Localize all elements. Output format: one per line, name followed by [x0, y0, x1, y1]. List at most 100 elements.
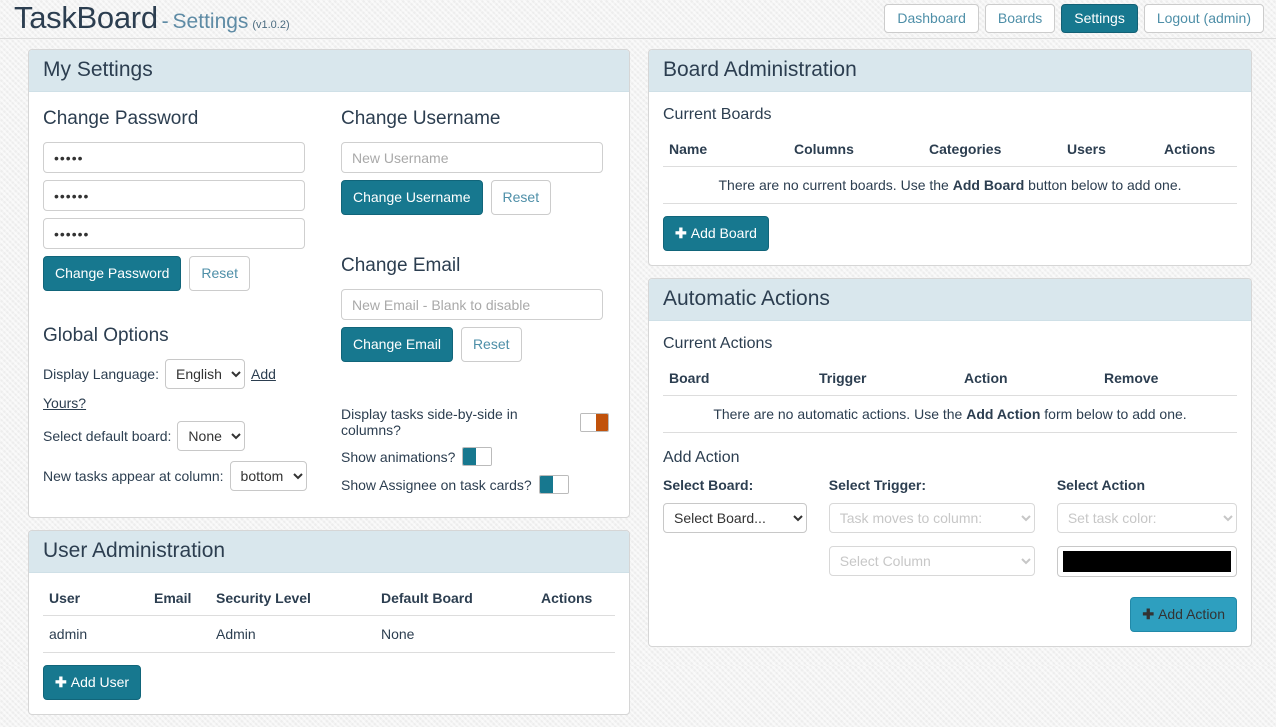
user-administration-title: User Administration [29, 531, 629, 573]
boards-table: Name Columns Categories Users Actions Th… [663, 134, 1237, 204]
actions-col-action: Action [958, 363, 1098, 396]
board-administration-title: Board Administration [649, 50, 1251, 92]
add-action-heading: Add Action [663, 449, 740, 466]
my-settings-title: My Settings [29, 50, 629, 92]
users-col-default-board: Default Board [375, 583, 535, 616]
add-action-button[interactable]: ✚ Add Action [1130, 597, 1237, 632]
change-username-button[interactable]: Change Username [341, 180, 483, 215]
add-action-trigger-column: Select Trigger: Task moves to column: Se… [828, 477, 1035, 577]
add-action-board-column: Select Board: Select Board... [663, 477, 807, 577]
brand-page-title: Settings [172, 10, 249, 33]
actions-col-trigger: Trigger [813, 363, 958, 396]
show-assignee-label: Show Assignee on task cards? [341, 476, 532, 493]
select-trigger-dropdown[interactable]: Task moves to column: [828, 503, 1035, 533]
nav-boards[interactable]: Boards [984, 4, 1056, 33]
new-tasks-column-select[interactable]: bottom [229, 461, 307, 491]
add-action-footer: ✚ Add Action [663, 597, 1237, 632]
left-column: My Settings Change Password Change Passw… [28, 49, 630, 727]
boards-empty-message: There are no current boards. Use the Add… [663, 166, 1237, 204]
change-email-reset-button[interactable]: Reset [460, 327, 522, 362]
user-cell-email [148, 615, 210, 653]
select-board-dropdown[interactable]: Select Board... [663, 503, 807, 533]
add-language-link[interactable]: Add [251, 366, 276, 382]
change-email-button[interactable]: Change Email [341, 327, 453, 362]
global-options-heading: Global Options [43, 325, 169, 346]
actions-table: Board Trigger Action Remove There are no… [663, 363, 1237, 433]
language-select[interactable]: English [164, 359, 245, 389]
side-by-side-toggle[interactable] [579, 412, 609, 432]
new-email-field[interactable] [341, 289, 603, 320]
main-nav: Dashboard Boards Settings Logout (admin) [884, 4, 1264, 33]
select-action-label: Select Action [1056, 477, 1145, 493]
new-tasks-label: New tasks appear at column: [43, 468, 224, 484]
boards-empty-row: There are no current boards. Use the Add… [663, 166, 1237, 204]
boards-col-columns: Columns [788, 134, 923, 167]
brand: TaskBoard - Settings (v1.0.2) [14, 0, 290, 36]
add-user-label: Add User [70, 674, 130, 690]
user-cell-actions [535, 615, 615, 653]
user-administration-panel: User Administration User Email Security … [28, 530, 630, 715]
boards-col-categories: Categories [923, 134, 1061, 167]
user-cell-default-board: None [375, 615, 535, 653]
change-username-reset-button[interactable]: Reset [490, 180, 552, 215]
boards-col-actions: Actions [1158, 134, 1237, 167]
current-boards-heading: Current Boards [663, 106, 772, 123]
user-administration-body: User Email Security Level Default Board … [29, 573, 629, 714]
current-password-field[interactable] [43, 142, 305, 173]
automatic-actions-panel: Automatic Actions Current Actions Board … [648, 278, 1252, 647]
change-password-button[interactable]: Change Password [43, 256, 182, 291]
new-password-field[interactable] [43, 180, 305, 211]
side-by-side-label: Display tasks side-by-side in columns? [341, 406, 518, 438]
users-col-email: Email [148, 583, 210, 616]
actions-empty-row: There are no automatic actions. Use the … [663, 395, 1237, 433]
nav-settings[interactable]: Settings [1061, 4, 1138, 33]
side-by-side-row: Display tasks side-by-side in columns? [341, 406, 609, 438]
show-animations-label: Show animations? [341, 448, 456, 465]
actions-col-remove: Remove [1098, 363, 1237, 396]
select-board-label: Select Board: [663, 477, 754, 493]
actions-col-board: Board [663, 363, 813, 396]
page-columns: My Settings Change Password Change Passw… [0, 39, 1276, 727]
my-settings-body: Change Password Change Password Reset Gl… [29, 92, 629, 517]
show-animations-toggle[interactable] [462, 447, 493, 466]
brand-dash: - [161, 10, 169, 33]
current-actions-heading: Current Actions [663, 335, 773, 352]
select-column-dropdown[interactable]: Select Column [828, 546, 1035, 576]
settings-left-subcolumn: Change Password Change Password Reset Gl… [43, 102, 311, 503]
users-col-actions: Actions [535, 583, 615, 616]
add-board-button[interactable]: ✚ Add Board [663, 216, 769, 251]
add-yours-link[interactable]: Yours? [43, 395, 86, 411]
actions-empty-message: There are no automatic actions. Use the … [663, 395, 1237, 433]
task-color-picker[interactable] [1056, 546, 1238, 577]
my-settings-panel: My Settings Change Password Change Passw… [28, 49, 630, 518]
nav-dashboard[interactable]: Dashboard [884, 4, 979, 33]
right-column: Board Administration Current Boards Name… [648, 49, 1252, 659]
add-user-button[interactable]: ✚ Add User [43, 665, 142, 700]
new-username-field[interactable] [341, 142, 603, 173]
change-password-reset-button[interactable]: Reset [189, 256, 250, 291]
show-assignee-toggle[interactable] [538, 475, 569, 494]
board-administration-panel: Board Administration Current Boards Name… [648, 49, 1252, 266]
default-board-label: Select default board: [43, 428, 172, 444]
boards-table-header-row: Name Columns Categories Users Actions [663, 134, 1237, 167]
confirm-password-field[interactable] [43, 218, 305, 249]
boards-col-users: Users [1061, 134, 1158, 167]
automatic-actions-title: Automatic Actions [649, 279, 1251, 321]
users-col-user: User [43, 583, 148, 616]
nav-logout[interactable]: Logout (admin) [1143, 4, 1264, 33]
show-animations-row: Show animations? [341, 447, 609, 466]
settings-right-subcolumn: Change Username Change Username Reset Ch… [341, 102, 609, 503]
boards-col-name: Name [663, 134, 788, 167]
add-board-label: Add Board [690, 225, 757, 241]
select-trigger-label: Select Trigger: [828, 477, 927, 493]
select-action-dropdown[interactable]: Set task color: [1056, 503, 1238, 533]
top-bar: TaskBoard - Settings (v1.0.2) Dashboard … [0, 0, 1276, 39]
color-swatch [1062, 551, 1232, 572]
change-username-heading: Change Username [341, 108, 501, 129]
plus-icon: ✚ [1142, 606, 1155, 622]
plus-icon: ✚ [55, 674, 67, 690]
users-table: User Email Security Level Default Board … [43, 583, 615, 653]
language-row: Display Language: English Add [43, 359, 311, 389]
new-tasks-column-row: New tasks appear at column: bottom [43, 461, 311, 491]
default-board-select[interactable]: None [177, 421, 246, 451]
